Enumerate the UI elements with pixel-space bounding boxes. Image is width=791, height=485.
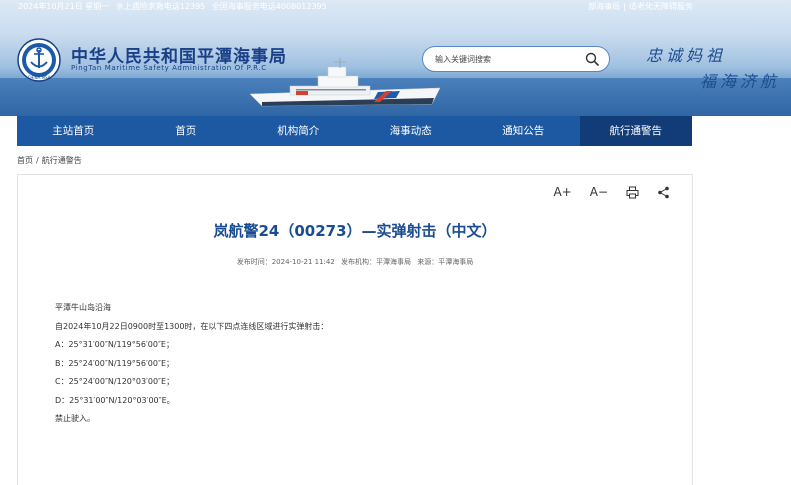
current-date: 2024年10月21日 星期一 bbox=[18, 2, 110, 11]
top-bar-info: 2024年10月21日 星期一 水上遇险求救电话12395 全国海事服务电话40… bbox=[18, 0, 331, 13]
breadcrumb-separator: / bbox=[36, 156, 39, 165]
patrol-ship-image bbox=[249, 58, 441, 107]
article-paragraph: 自2024年10月22日0900时至1300时，在以下四点连线区域进行实弹射击： bbox=[55, 321, 329, 331]
search-icon[interactable] bbox=[585, 52, 599, 66]
link-separator: | bbox=[623, 2, 626, 11]
article-paragraph: B：25°24′00″N/119°56′00″E； bbox=[55, 358, 174, 368]
breadcrumb-current[interactable]: 航行通警告 bbox=[42, 156, 82, 165]
breadcrumb: 首页 / 航行通警告 bbox=[17, 155, 82, 166]
top-bar: 2024年10月21日 星期一 水上遇险求救电话12395 全国海事服务电话40… bbox=[0, 0, 791, 13]
header-banner: 2024年10月21日 星期一 水上遇险求救电话12395 全国海事服务电话40… bbox=[0, 0, 791, 116]
article-paragraph: A：25°31′00″N/119°56′00″E； bbox=[55, 340, 174, 349]
accessibility-link[interactable]: 适老化无障碍服务 bbox=[629, 2, 693, 11]
article-card: A+ A− 岚航警24（00273）—实弹射击（中文） 发布时间：2024-10… bbox=[17, 174, 693, 485]
article-paragraph: C：25°24′00″N/120°03′00″E； bbox=[55, 377, 175, 386]
share-icon[interactable] bbox=[657, 186, 670, 199]
font-decrease-button[interactable]: A− bbox=[590, 184, 608, 200]
rescue-hotline: 水上遇险求救电话12395 bbox=[115, 2, 206, 11]
printer-icon[interactable] bbox=[626, 186, 639, 199]
article-toolbar: A+ A− bbox=[535, 184, 670, 200]
site-subtitle: PingTan Maritime Safety Administration O… bbox=[71, 64, 267, 72]
slogan-line-1: 忠诚妈祖 bbox=[646, 46, 727, 65]
nav-item-navigation-warnings[interactable]: 航行通警告 bbox=[579, 116, 692, 146]
article-body: 平潭牛山岛沿海 自2024年10月22日0900时至1300时，在以下四点连线区… bbox=[55, 303, 328, 433]
article-source: 来源：平潭海事局 bbox=[417, 258, 474, 266]
publisher: 发布机构：平潭海事局 bbox=[341, 258, 412, 266]
ministry-msa-link[interactable]: 部海事局 bbox=[588, 2, 620, 11]
nav-item-notices[interactable]: 通知公告 bbox=[467, 116, 580, 146]
search-input[interactable] bbox=[435, 51, 575, 67]
nav-item-about[interactable]: 机构简介 bbox=[242, 116, 355, 146]
article-paragraph: 禁止驶入。 bbox=[55, 414, 95, 423]
article-paragraph: D：25°31′00″N/120°03′00″E。 bbox=[55, 395, 175, 405]
article-title: 岚航警24（00273）—实弹射击（中文） bbox=[213, 222, 497, 240]
top-bar-links: 部海事局 | 适老化无障碍服务 bbox=[588, 0, 693, 13]
service-hotline: 全国海事服务电话4008012395 bbox=[211, 2, 327, 11]
nav-item-news[interactable]: 海事动态 bbox=[355, 116, 468, 146]
font-increase-button[interactable]: A+ bbox=[553, 184, 571, 200]
breadcrumb-home-link[interactable]: 首页 bbox=[17, 156, 33, 165]
article-meta: 发布时间：2024-10-21 11:42 发布机构：平潭海事局 来源：平潭海事… bbox=[18, 257, 692, 267]
slogan-line-2: 福海济航 bbox=[700, 72, 781, 91]
search-box bbox=[422, 46, 610, 72]
msa-logo-icon[interactable]: CHINA MSA bbox=[17, 38, 61, 82]
nav-item-home[interactable]: 首页 bbox=[130, 116, 243, 146]
logo-text: CHINA MSA bbox=[28, 75, 51, 80]
nav-item-main-site-home[interactable]: 主站首页 bbox=[17, 116, 130, 146]
publish-time: 发布时间：2024-10-21 11:42 bbox=[236, 258, 335, 266]
main-nav: 主站首页 首页 机构简介 海事动态 通知公告 航行通警告 bbox=[17, 116, 692, 146]
article-paragraph: 平潭牛山岛沿海 bbox=[55, 303, 111, 312]
